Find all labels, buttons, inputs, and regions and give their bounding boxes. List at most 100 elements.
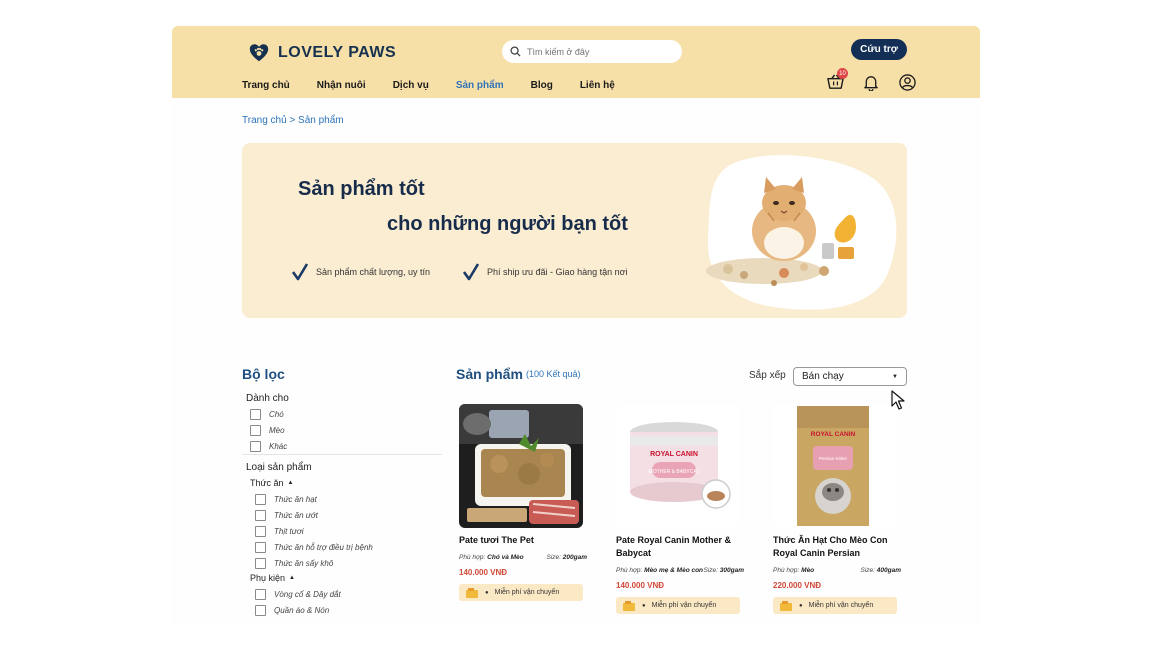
search-icon <box>510 46 521 57</box>
size-value: 200gam <box>562 554 587 561</box>
hero-title-line2: cho những người bạn tốt <box>387 213 628 235</box>
product-name[interactable]: Thức Ăn Hạt Cho Mèo Con Royal Canin Pers… <box>773 534 901 560</box>
fit-value: Mèo mẹ & Mèo con <box>644 567 704 574</box>
can-product-text: MOTHER & BABYCAT <box>649 469 700 475</box>
can-brand-text: ROYAL CANIN <box>650 451 698 458</box>
brand-name: LOVELY PAWS <box>278 44 397 61</box>
hero-feature-quality-label: Sản phẩm chất lượng, uy tín <box>316 267 430 277</box>
size-value: 400gam <box>876 567 901 574</box>
header-actions: 10 <box>825 68 917 92</box>
brand-logo[interactable]: LOVELY PAWS <box>248 42 396 64</box>
filter-option-clothes[interactable]: Quần áo & Nón <box>246 602 373 618</box>
breadcrumb[interactable]: Trang chủ > Sản phẩm <box>242 115 344 126</box>
search-bar[interactable] <box>502 40 682 63</box>
filter-option-label: Thức ăn hạt <box>274 494 317 504</box>
user-icon <box>898 73 916 91</box>
filter-option-label: Mèo <box>269 425 285 435</box>
delivery-box-icon <box>466 587 478 598</box>
product-meta: Phù hợp: Mèo mẹ & Mèo con Size: 300gam <box>616 566 744 575</box>
checkbox[interactable] <box>255 604 266 616</box>
cart-badge: 10 <box>837 68 848 79</box>
filter-option-label: Vòng cổ & Dây dắt <box>274 589 341 599</box>
filter-for-group: Dành cho Chó Mèo Khác <box>246 393 289 454</box>
filter-type-title: Loại sản phẩm <box>246 462 312 473</box>
filter-food-title: Thức ăn <box>250 478 284 488</box>
filter-divider <box>242 454 442 455</box>
filter-option-wet-food[interactable]: Thức ăn ướt <box>246 507 373 523</box>
filter-title: Bộ lọc <box>242 366 285 382</box>
account-button[interactable] <box>897 72 917 92</box>
app-frame: LOVELY PAWS Cứu trợ Trang chủ Nhận nuôi … <box>172 26 980 626</box>
hero-cat-image <box>706 155 897 310</box>
bullet-icon: ● <box>485 589 489 596</box>
nav-home[interactable]: Trang chủ <box>242 80 290 91</box>
filter-option-fresh-meat[interactable]: Thịt tươi <box>246 523 373 539</box>
bullet-icon: ● <box>799 602 803 609</box>
search-input[interactable] <box>527 46 667 57</box>
size-label: Size: <box>546 554 561 561</box>
fit-label: Phù hợp: <box>616 567 643 574</box>
hero-feature-shipping-label: Phí ship ưu đãi - Giao hàng tận nơi <box>487 267 628 277</box>
fit-value: Chó và Mèo <box>487 554 524 561</box>
checkbox[interactable] <box>255 557 266 569</box>
filter-option-label: Thịt tươi <box>274 526 304 536</box>
checkmark-icon <box>292 263 308 281</box>
product-card[interactable]: Pate tươi The Pet Phù hợp: Chó và Mèo Si… <box>459 404 587 601</box>
nav-services[interactable]: Dịch vụ <box>393 80 429 91</box>
shipping-label: Miễn phí vận chuyển <box>651 602 717 609</box>
fit-value: Mèo <box>801 567 815 574</box>
checkbox[interactable] <box>250 424 261 436</box>
checkbox[interactable] <box>255 588 266 600</box>
paw-heart-icon <box>249 44 269 62</box>
nav-adopt[interactable]: Nhận nuôi <box>317 80 366 91</box>
product-image[interactable]: ROYAL CANIN MOTHER & BABYCAT <box>616 404 740 528</box>
checkbox[interactable] <box>250 440 261 452</box>
royal-canin-bag-image: ROYAL CANIN Persian Kitten <box>773 404 897 528</box>
cart-button[interactable]: 10 <box>825 68 848 92</box>
filter-option-other[interactable]: Khác <box>246 438 289 454</box>
filter-option-label: Thức ăn sấy khô <box>274 558 334 568</box>
checkmark-icon <box>463 263 479 281</box>
sort-select[interactable]: Bán chạy ▼ <box>793 367 907 386</box>
bag-brand-text: ROYAL CANIN <box>811 431 856 438</box>
filter-option-cat[interactable]: Mèo <box>246 422 289 438</box>
filter-accessory-toggle[interactable]: Phụ kiện ▲ <box>246 573 373 583</box>
bag-product-text: Persian Kitten <box>819 456 848 461</box>
filter-option-freeze-dried[interactable]: Thức ăn sấy khô <box>246 555 373 571</box>
support-button[interactable]: Cứu trợ <box>851 39 907 60</box>
shipping-badge: ● Miễn phí vận chuyển <box>773 597 897 614</box>
filter-option-dog[interactable]: Chó <box>246 406 289 422</box>
pate-dish-image <box>459 404 583 528</box>
checkbox[interactable] <box>250 408 261 420</box>
product-name[interactable]: Pate Royal Canin Mother & Babycat <box>616 534 744 560</box>
checkbox[interactable] <box>255 493 266 505</box>
product-name[interactable]: Pate tươi The Pet <box>459 534 587 547</box>
checkbox[interactable] <box>255 541 266 553</box>
caret-up-icon: ▲ <box>287 480 294 486</box>
product-image[interactable] <box>459 404 583 528</box>
products-title: Sản phẩm <box>456 366 523 382</box>
checkbox[interactable] <box>255 525 266 537</box>
product-image[interactable]: ROYAL CANIN Persian Kitten <box>773 404 897 528</box>
main-nav: Trang chủ Nhận nuôi Dịch vụ Sản phẩm Blo… <box>242 80 615 91</box>
bullet-icon: ● <box>642 602 646 609</box>
caret-up-icon: ▲ <box>289 575 295 581</box>
filter-option-therapeutic[interactable]: Thức ăn hỗ trợ điều trị bệnh <box>246 539 373 555</box>
nav-blog[interactable]: Blog <box>531 80 553 91</box>
product-price: 140.000 VNĐ <box>616 581 665 590</box>
nav-products[interactable]: Sản phẩm <box>456 80 504 91</box>
nav-contact[interactable]: Liên hệ <box>580 80 615 91</box>
delivery-box-icon <box>623 600 635 611</box>
fit-label: Phù hợp: <box>773 567 800 574</box>
mouse-cursor-icon <box>891 390 905 410</box>
filter-option-dry-food[interactable]: Thức ăn hạt <box>246 491 373 507</box>
hero-banner: Sản phẩm tốt cho những người bạn tốt Sản… <box>242 143 907 318</box>
filter-option-label: Khác <box>269 441 288 451</box>
product-card[interactable]: ROYAL CANIN MOTHER & BABYCAT Pate Royal … <box>616 404 744 614</box>
site-header: LOVELY PAWS Cứu trợ Trang chủ Nhận nuôi … <box>172 26 980 98</box>
filter-option-collar[interactable]: Vòng cổ & Dây dắt <box>246 586 373 602</box>
notification-button[interactable] <box>861 72 881 92</box>
checkbox[interactable] <box>255 509 266 521</box>
filter-food-toggle[interactable]: Thức ăn ▲ <box>246 478 373 488</box>
product-card[interactable]: ROYAL CANIN Persian Kitten Thức Ăn Hạt C… <box>773 404 901 614</box>
